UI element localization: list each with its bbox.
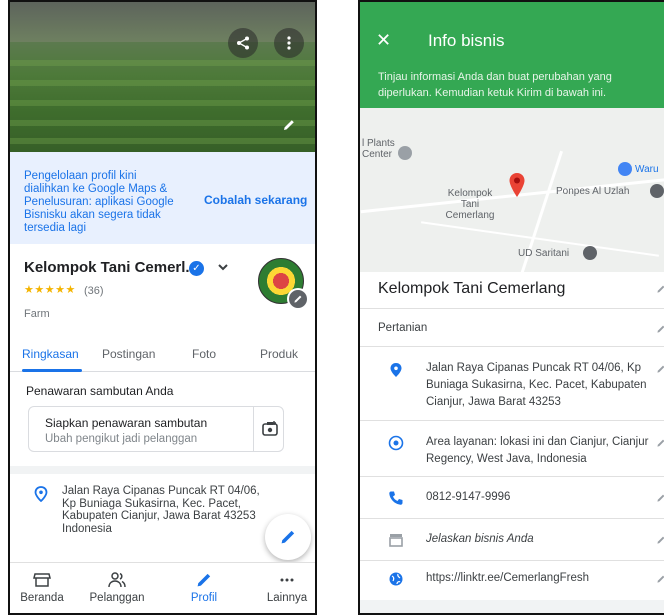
pencil-icon: [284, 120, 294, 130]
edit-category-pencil-icon[interactable]: [656, 324, 664, 334]
edit-description-pencil-icon[interactable]: [656, 535, 664, 545]
row-divider: [360, 476, 664, 477]
edit-logo-button[interactable]: [287, 288, 309, 310]
left-phone-screen: Pengelolaan profil kini dialihkan ke Goo…: [8, 0, 317, 615]
business-info-header: ✕ Info bisnis Tinjau informasi Anda dan …: [360, 2, 664, 108]
nav-lainnya[interactable]: Lainnya: [252, 571, 315, 604]
add-offer-icon[interactable]: [261, 420, 279, 438]
location-pin-icon: [390, 363, 402, 377]
phone-icon: [389, 491, 403, 505]
row-divider: [360, 560, 664, 561]
active-tab-indicator: [22, 369, 82, 372]
edit-cover-button[interactable]: [282, 118, 296, 137]
welcome-card-subtitle: Ubah pengikut jadi pelanggan: [45, 433, 198, 445]
rating-stars: ★★★★★: [24, 284, 76, 296]
business-category: Farm: [24, 308, 50, 320]
more-vert-icon: [287, 36, 291, 50]
cover-photo[interactable]: [10, 2, 315, 152]
share-button[interactable]: [228, 28, 258, 58]
edit-name-pencil-icon[interactable]: [656, 284, 664, 294]
phone-field[interactable]: 0812-9147-9996: [426, 489, 510, 506]
business-name-field[interactable]: Kelompok Tani Cemerlang: [378, 280, 565, 298]
shopping-marker-icon: [618, 162, 632, 176]
header-subtitle: Tinjau informasi Anda dan buat perubahan…: [378, 71, 612, 99]
crop-row: [10, 60, 315, 66]
service-area-icon: [388, 435, 404, 451]
row-divider: [360, 308, 664, 309]
header-title: Info bisnis: [428, 31, 505, 50]
migration-banner: Pengelolaan profil kini dialihkan ke Goo…: [10, 152, 315, 244]
row-divider: [360, 420, 664, 421]
more-horiz-icon: [280, 578, 294, 582]
storefront-icon: [33, 573, 51, 587]
business-map-pin-icon: [509, 173, 525, 197]
edit-address-pencil-icon[interactable]: [656, 364, 664, 374]
welcome-offer-title: Penawaran sambutan Anda: [26, 384, 174, 398]
nav-profil-label: Profil: [190, 592, 218, 604]
verified-badge-icon: ✓: [189, 261, 204, 276]
tab-postingan[interactable]: Postingan: [102, 347, 155, 361]
tab-ringkasan[interactable]: Ringkasan: [22, 347, 79, 361]
expand-profile-button[interactable]: [216, 260, 230, 279]
business-address: Jalan Raya Cipanas Puncak RT 04/06, Kp B…: [62, 485, 260, 535]
pencil-icon: [294, 295, 302, 303]
edit-website-pencil-icon[interactable]: [656, 574, 664, 584]
people-icon: [108, 572, 126, 588]
chevron-down-icon: [218, 264, 228, 271]
row-divider: [360, 518, 664, 519]
business-name: Kelompok Tani Cemerl...: [24, 259, 198, 276]
nav-beranda[interactable]: Beranda: [10, 571, 77, 604]
storefront-icon: [389, 534, 403, 547]
globe-icon: [389, 572, 403, 586]
profile-tabs: Ringkasan Postingan Foto Produk: [10, 338, 315, 372]
description-field[interactable]: Jelaskan bisnis Anda: [426, 531, 534, 548]
map-label-ud-saritani: UD Saritani: [518, 248, 570, 259]
right-phone-screen: ✕ Info bisnis Tinjau informasi Anda dan …: [358, 0, 664, 615]
service-area-field[interactable]: Area layanan: lokasi ini dan Cianjur, Ci…: [426, 434, 652, 468]
map-label-business: Kelompok Tani Cemerlang: [445, 188, 495, 221]
cover-photo-sky: [10, 2, 315, 42]
bottom-section-gap: [360, 600, 664, 613]
category-field[interactable]: Pertanian: [378, 320, 427, 337]
card-divider: [253, 407, 254, 451]
nav-beranda-label: Beranda: [20, 592, 64, 604]
map-label-warung: Waru: [635, 164, 659, 175]
poi-marker-icon: [583, 246, 597, 260]
pencil-icon: [281, 530, 295, 544]
pencil-icon: [197, 573, 211, 587]
nav-lainnya-label: Lainnya: [266, 592, 308, 604]
crop-row: [10, 120, 315, 126]
nav-pelanggan[interactable]: Pelanggan: [82, 571, 152, 604]
try-now-link[interactable]: Cobalah sekarang: [204, 193, 307, 207]
edit-service-area-pencil-icon[interactable]: [656, 438, 664, 448]
poi-marker-icon: [650, 184, 664, 198]
address-field[interactable]: Jalan Raya Cipanas Puncak RT 04/06, Kp B…: [426, 360, 652, 411]
share-icon: [237, 36, 249, 50]
welcome-card-title: Siapkan penawaran sambutan: [45, 416, 208, 430]
more-options-button[interactable]: [274, 28, 304, 58]
edit-profile-fab[interactable]: [265, 514, 311, 560]
tab-foto[interactable]: Foto: [192, 347, 216, 361]
crop-row: [10, 80, 315, 86]
banner-message: Pengelolaan profil kini dialihkan ke Goo…: [24, 170, 174, 234]
crop-row: [10, 138, 315, 144]
section-divider: [10, 466, 315, 474]
map-label-plants-center: l Plants Center: [362, 138, 395, 160]
website-field[interactable]: https://linktr.ee/CemerlangFresh: [426, 570, 589, 587]
bottom-navigation: Beranda Pelanggan Profil Lainnya: [10, 562, 315, 613]
tab-produk[interactable]: Produk: [260, 347, 298, 361]
location-pin-icon: [34, 486, 48, 502]
rating-count[interactable]: (36): [84, 285, 104, 297]
row-divider: [360, 346, 664, 347]
crop-row: [10, 100, 315, 106]
location-map[interactable]: l Plants Center Waru Kelompok Tani Cemer…: [360, 108, 664, 272]
map-label-ponpes: Ponpes Al Uzlah: [556, 186, 630, 197]
welcome-offer-card[interactable]: Siapkan penawaran sambutan Ubah pengikut…: [28, 406, 284, 452]
close-button[interactable]: ✕: [376, 30, 391, 51]
nav-profil[interactable]: Profil: [169, 571, 239, 604]
poi-marker-icon: [398, 146, 412, 160]
edit-phone-pencil-icon[interactable]: [656, 493, 664, 503]
nav-pelanggan-label: Pelanggan: [89, 592, 145, 604]
